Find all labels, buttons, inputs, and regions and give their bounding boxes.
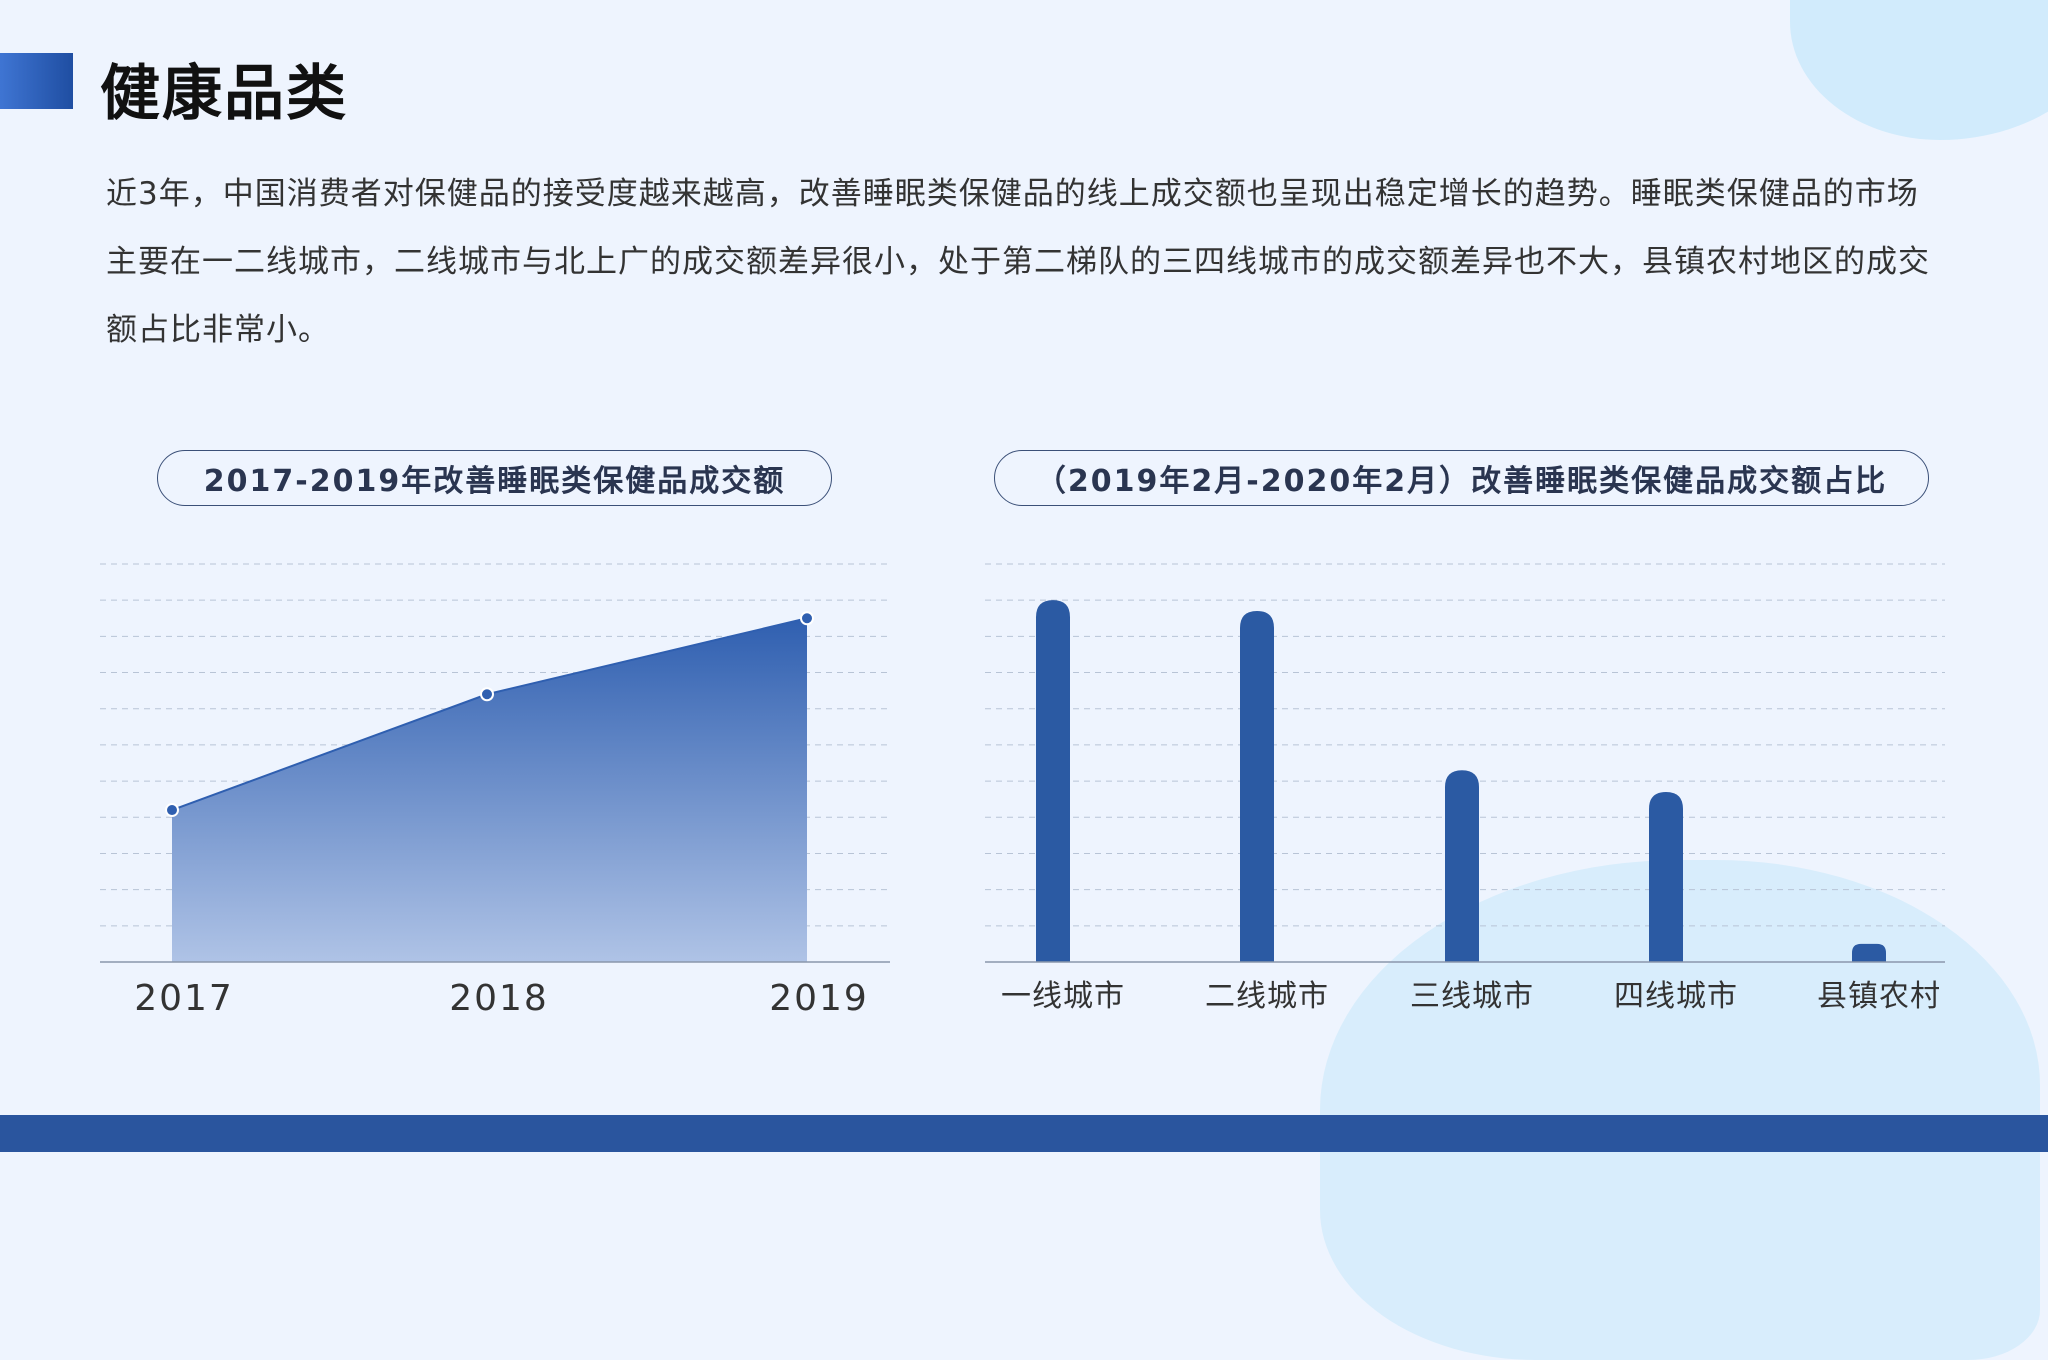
x-tick-label: 一线城市: [1001, 979, 1125, 1014]
decorative-blob-top: [1790, 0, 2048, 140]
footer-bar: [0, 1115, 2048, 1152]
page-title: 健康品类: [100, 59, 348, 129]
bar-二线城市: [1240, 611, 1274, 962]
bar-chart: 一线城市 二线城市 三线城市 四线城市 县镇农村: [985, 563, 1945, 1014]
x-tick-label: 二线城市: [1205, 979, 1329, 1014]
data-point-2019: [800, 611, 814, 626]
area-chart: 2017 2018 2019: [100, 563, 890, 1019]
bar-四线城市: [1649, 791, 1683, 962]
data-point-2018: [480, 687, 494, 702]
x-tick-label: 四线城市: [1614, 979, 1738, 1014]
area-chart-title: 2017-2019年改善睡眠类保健品成交额: [157, 450, 832, 506]
bar-一线城市: [1036, 600, 1070, 962]
x-tick-label: 2019: [769, 978, 869, 1019]
x-tick-label: 三线城市: [1410, 979, 1534, 1014]
intro-paragraph: 近3年，中国消费者对保健品的接受度越来越高，改善睡眠类保健品的线上成交额也呈现出…: [106, 176, 1930, 348]
title-accent-bar: [0, 53, 73, 109]
bar-三线城市: [1445, 770, 1479, 962]
x-tick-label: 2017: [134, 978, 234, 1019]
x-tick-label: 县镇农村: [1817, 979, 1941, 1014]
x-tick-label: 2018: [449, 978, 549, 1019]
bar-chart-title: （2019年2月-2020年2月）改善睡眠类保健品成交额占比: [994, 450, 1929, 506]
bar-县镇农村: [1852, 943, 1886, 962]
data-point-2017: [165, 803, 179, 818]
area-fill: [172, 618, 807, 962]
